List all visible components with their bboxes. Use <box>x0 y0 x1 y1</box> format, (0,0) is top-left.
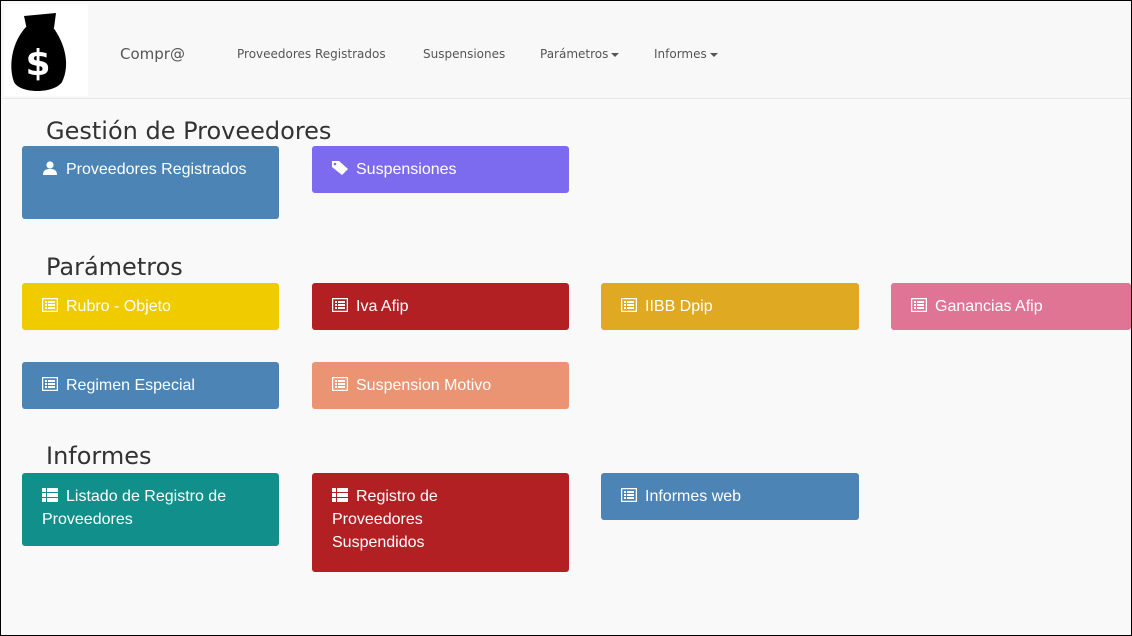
nav-informes-dropdown[interactable]: Informes <box>654 47 718 61</box>
tile-suspensiones[interactable]: Suspensiones <box>312 146 569 193</box>
app-frame: $ Compr@ Proveedores Registrados Suspens… <box>0 0 1132 636</box>
tag-icon <box>332 161 348 175</box>
navbar: $ Compr@ Proveedores Registrados Suspens… <box>1 1 1131 99</box>
list-alt-icon <box>621 298 637 312</box>
tile-iva-afip[interactable]: Iva Afip <box>312 283 569 330</box>
tile-listado-registro-proveedores[interactable]: Listado de Registro de Proveedores <box>22 473 279 546</box>
nav-parametros-label: Parámetros <box>540 47 609 61</box>
tile-label: Proveedores Registrados <box>66 161 247 178</box>
tile-label: Ganancias Afip <box>935 298 1043 315</box>
user-icon <box>42 161 58 175</box>
tile-rubro-objeto[interactable]: Rubro - Objeto <box>22 283 279 330</box>
list-alt-icon <box>621 488 637 502</box>
nav-suspensiones[interactable]: Suspensiones <box>423 47 505 61</box>
svg-text:$: $ <box>25 43 50 84</box>
tile-label: Rubro - Objeto <box>66 298 171 315</box>
list-alt-icon <box>42 377 58 391</box>
section-title-gestion: Gestión de Proveedores <box>46 117 332 145</box>
money-bag-dollar-icon[interactable]: $ <box>4 4 88 96</box>
tile-informes-web[interactable]: Informes web <box>601 473 859 520</box>
list-alt-icon <box>332 377 348 391</box>
list-alt-icon <box>42 298 58 312</box>
section-title-parametros: Parámetros <box>46 253 183 281</box>
th-list-icon <box>42 488 58 502</box>
tile-proveedores-registrados[interactable]: Proveedores Registrados <box>22 146 279 219</box>
nav-proveedores-registrados[interactable]: Proveedores Registrados <box>237 47 386 61</box>
tile-suspension-motivo[interactable]: Suspension Motivo <box>312 362 569 409</box>
tile-registro-proveedores-suspendidos[interactable]: Registro de Proveedores Suspendidos <box>312 473 569 572</box>
tile-label: Suspensiones <box>356 161 457 178</box>
nav-informes-label: Informes <box>654 47 707 61</box>
nav-parametros-dropdown[interactable]: Parámetros <box>540 47 620 61</box>
tile-iibb-dpip[interactable]: IIBB Dpip <box>601 283 859 330</box>
list-alt-icon <box>332 298 348 312</box>
tile-label: Suspension Motivo <box>356 377 492 394</box>
tile-label: Informes web <box>645 488 742 505</box>
section-title-informes: Informes <box>46 442 152 470</box>
list-alt-icon <box>911 298 927 312</box>
tile-label: Regimen Especial <box>66 377 195 394</box>
th-list-icon <box>332 488 348 502</box>
tile-regimen-especial[interactable]: Regimen Especial <box>22 362 279 409</box>
caret-down-icon <box>709 52 718 57</box>
tile-label: Listado de Registro de Proveedores <box>42 488 227 528</box>
brand-link[interactable]: Compr@ <box>120 45 185 63</box>
tile-label: IIBB Dpip <box>645 298 713 315</box>
tile-label: Iva Afip <box>356 298 409 315</box>
caret-down-icon <box>611 52 620 57</box>
tile-ganancias-afip[interactable]: Ganancias Afip <box>891 283 1131 330</box>
